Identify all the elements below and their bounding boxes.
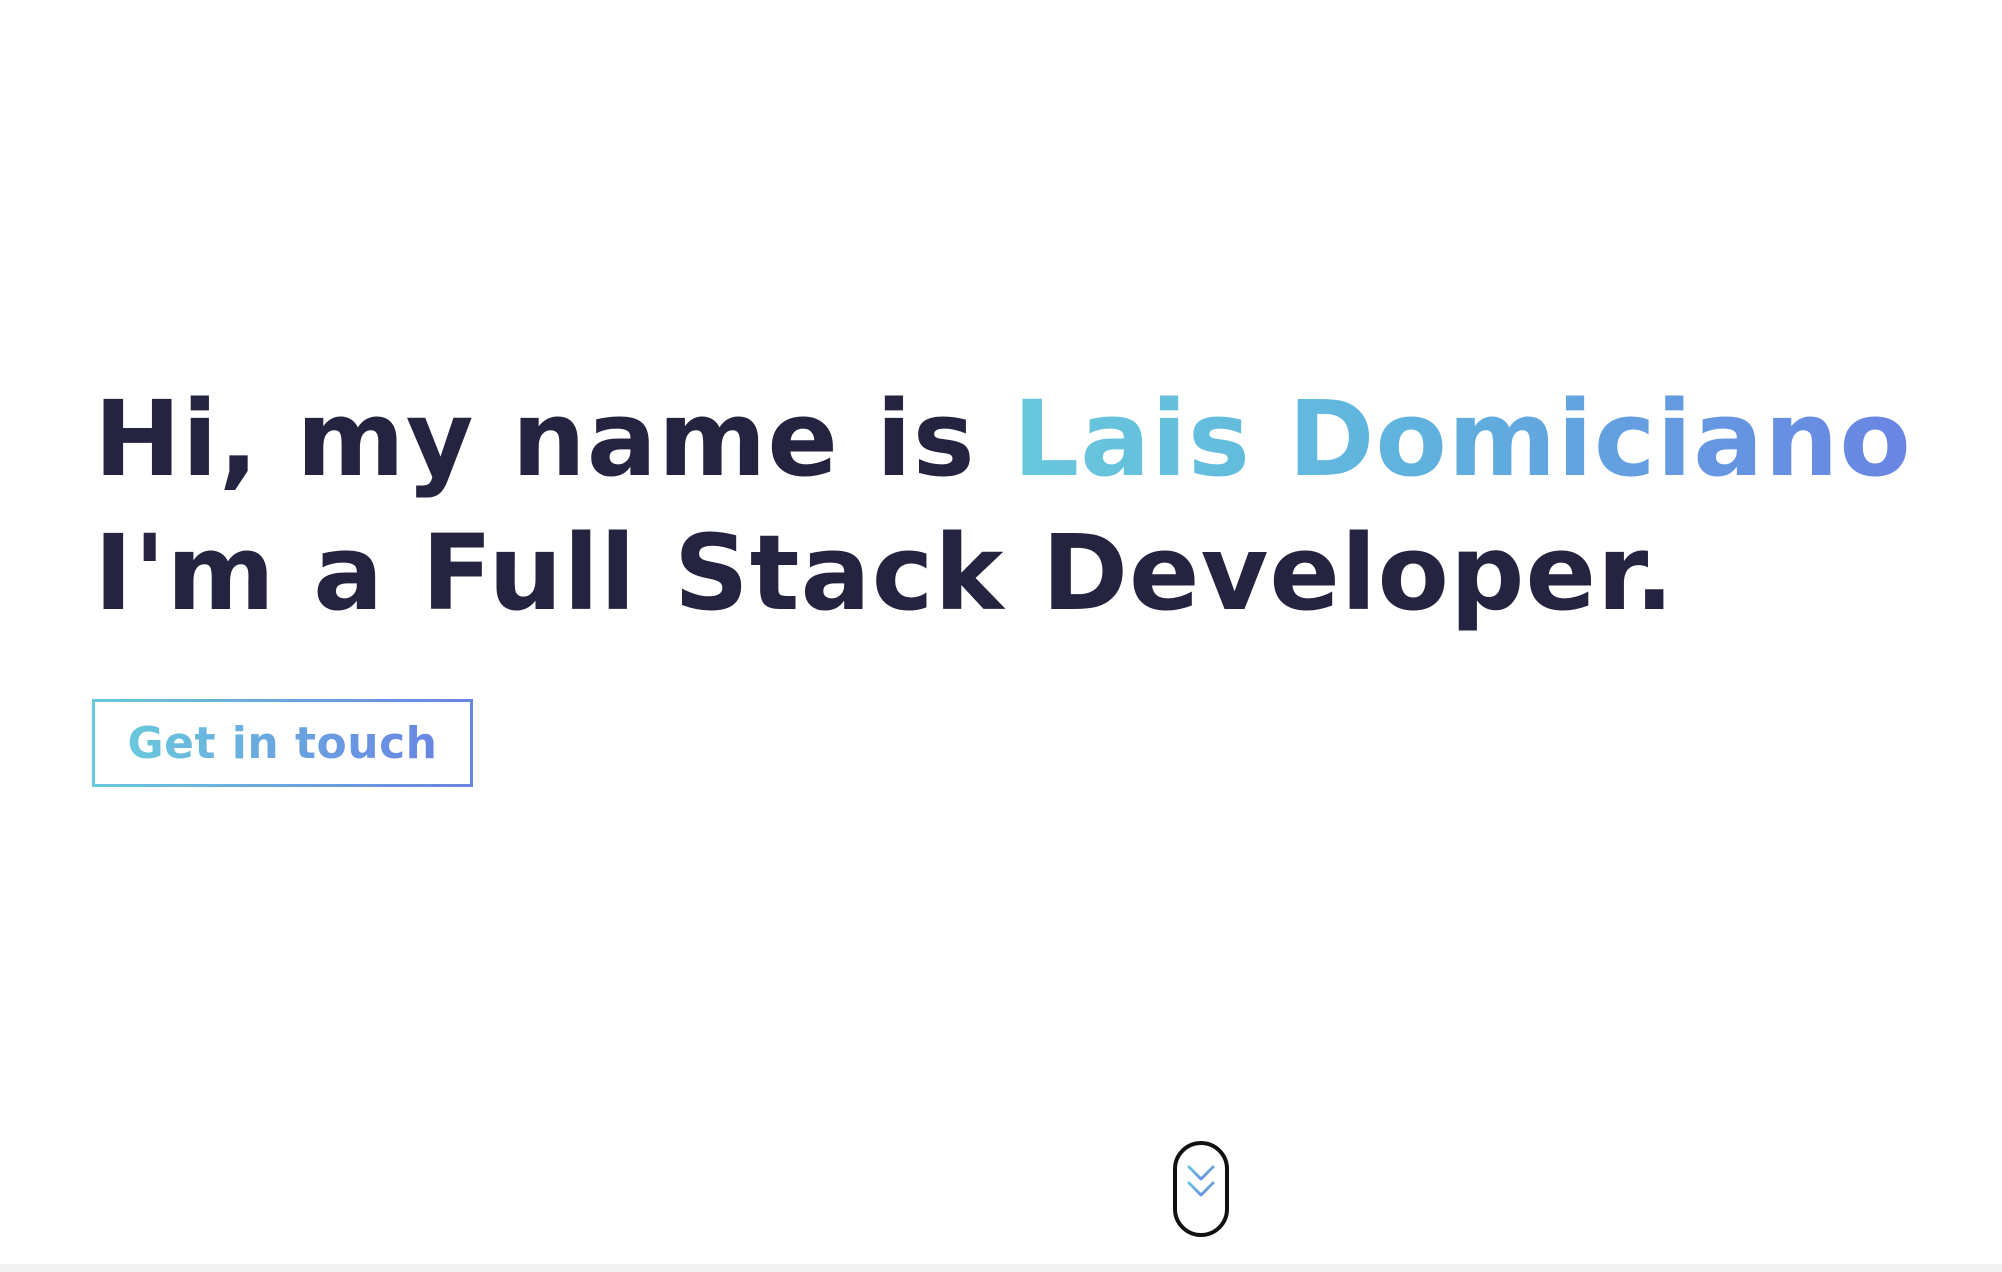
tagline-text: I'm a Full Stack Developer.	[94, 512, 1675, 634]
greeting-text: Hi, my name is	[94, 378, 1013, 500]
hero-headline: Hi, my name is Lais Domiciano I'm a Full…	[94, 372, 1954, 640]
page-bottom-divider	[0, 1264, 2002, 1272]
get-in-touch-label: Get in touch	[127, 717, 438, 769]
hero-section: Hi, my name is Lais Domiciano I'm a Full…	[94, 372, 1954, 640]
developer-name: Lais Domiciano	[1012, 378, 1912, 500]
headline-line-1: Hi, my name is Lais Domiciano	[94, 372, 1954, 506]
get-in-touch-button[interactable]: Get in touch	[92, 699, 473, 787]
double-chevron-down-icon	[1187, 1165, 1215, 1197]
scroll-down-button[interactable]	[1173, 1141, 1229, 1237]
